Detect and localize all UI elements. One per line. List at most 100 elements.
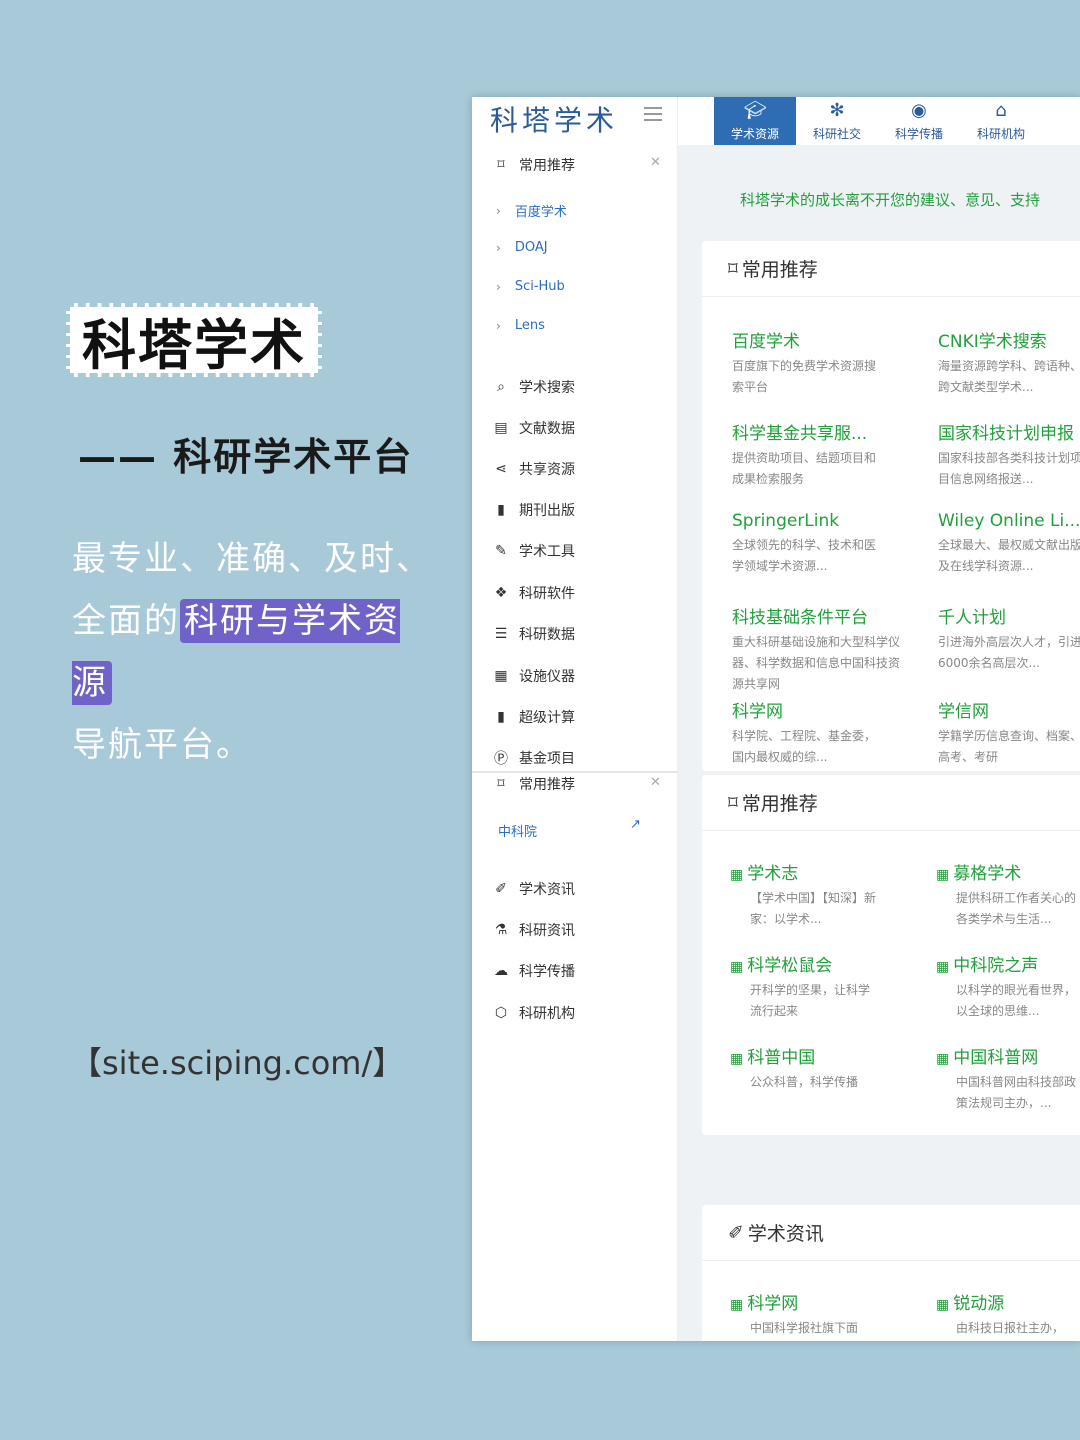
resource-entry[interactable]: ▦ 科学松鼠会 开科学的坚果，让科学流行起来 xyxy=(730,951,930,1022)
sidebar-sub-label: 百度学术 xyxy=(514,205,567,220)
sidebar-group-recommended[interactable]: ⌑ 常用推荐 xyxy=(492,154,575,176)
resource-entry[interactable]: 百度学术 百度旗下的免费学术资源搜索平台 xyxy=(732,327,932,398)
sidebar-item-institutions[interactable]: ⬡ 科研机构 xyxy=(492,1002,575,1024)
sidebar-sub-item[interactable]: › Sci-Hub xyxy=(496,279,565,294)
card-header: ✐ 学术资讯 xyxy=(702,1205,1080,1261)
sidebar-item-shared[interactable]: ⋖ 共享资源 xyxy=(492,458,575,480)
resource-entry[interactable]: 科学基金共享服... 提供资助项目、结题项目和成果检索服务 xyxy=(732,419,932,490)
sidebar-item-label: 超级计算 xyxy=(519,710,575,726)
resource-entry[interactable]: ▦ 中国科普网 中国科普网由科技部政策法规司主办，... xyxy=(936,1043,1080,1114)
sidebar-item-label: 设施仪器 xyxy=(519,669,575,685)
sidebar-item-label: 基金项目 xyxy=(519,751,575,767)
sidebar-sub-label: Lens xyxy=(514,318,545,333)
tab-institutions[interactable]: ⌂ 科研机构 xyxy=(960,97,1042,145)
resource-entry[interactable]: 千人计划 引进海外高层次人才，引进6000余名高层次... xyxy=(938,603,1080,674)
sidebar-sub-item[interactable]: › 百度学术 xyxy=(496,201,567,221)
entry-desc: 提供资助项目、结题项目和成果检索服务 xyxy=(732,451,877,486)
chevron-right-icon: › xyxy=(496,203,501,218)
sidebar-item-literature[interactable]: ▤ 文献数据 xyxy=(492,417,575,439)
bookmark-icon: ⌑ xyxy=(497,157,505,173)
card-header: ⌑ 常用推荐 xyxy=(702,775,1080,831)
resource-entry[interactable]: CNKI学术搜索海量资源跨学科、跨语种、跨文献类型学术... xyxy=(938,327,1080,398)
resource-entry[interactable]: SpringerLink 全球领先的科学、技术和医学领域学术资源... xyxy=(732,511,932,577)
entry-title: 科学网 xyxy=(747,1294,799,1314)
hamburger-menu-icon[interactable] xyxy=(644,107,662,121)
tab-academic-resources[interactable]: 🎓︎ 学术资源 xyxy=(714,97,796,145)
tab-label: 科研机构 xyxy=(976,126,1025,141)
resource-entry[interactable]: ▦ 募格学术 提供科研工作者关心的各类学术与生活... xyxy=(936,859,1080,930)
brush-icon: ✐ xyxy=(728,1221,744,1244)
resource-entry[interactable]: ▦ 科学网 中国科学报社旗下面 xyxy=(730,1289,930,1339)
tab-label: 科学传播 xyxy=(894,126,943,141)
resource-entry[interactable]: 科学网 科学院、工程院、基金委，国内最权威的综... xyxy=(732,697,932,768)
resource-entry[interactable]: 学信网 学籍学历信息查询、档案、高考、考研 xyxy=(938,697,1080,768)
bookmark-icon: ⌑ xyxy=(728,257,738,280)
entry-desc: 海量资源跨学科、跨语种、跨文献类型学术... xyxy=(938,359,1080,394)
sidebar-sub-item[interactable]: › DOAJ xyxy=(496,240,548,255)
tab-research-social[interactable]: ✻ 科研社交 xyxy=(796,97,878,145)
close-icon[interactable]: ✕ xyxy=(650,775,661,790)
resource-entry[interactable]: ▦ 锐动源 由科技日报社主办， xyxy=(936,1289,1080,1339)
qrcode-icon: ▦ xyxy=(730,1297,744,1313)
qrcode-icon: ▦ xyxy=(936,959,950,975)
card-recommended-2: ⌑ 常用推荐 ▦ 学术志 【学术中国】【知深】新家：以学术... ▦ 募格学术 提供科研工… xyxy=(702,775,1080,1135)
entry-title: SpringerLink xyxy=(732,511,840,531)
building-icon: ▦ xyxy=(494,668,508,684)
sidebar-item-data[interactable]: ☰ 科研数据 xyxy=(492,623,575,645)
sidebar-item-funds[interactable]: Ⓟ 基金项目 xyxy=(492,747,575,769)
sidebar-sub-item[interactable]: › Lens xyxy=(496,318,545,333)
sidebar-link-cas[interactable]: 中科院 xyxy=(498,821,537,840)
sidebar-item-academic-search[interactable]: ⌕ 学术搜索 xyxy=(492,376,575,398)
sidebar-item-science-comm[interactable]: ☁ 科学传播 xyxy=(492,960,575,982)
entry-title: 中国科普网 xyxy=(953,1048,1039,1068)
card-title: 常用推荐 xyxy=(741,259,818,281)
sidebar-sub-label: Sci-Hub xyxy=(514,279,565,294)
sidebar-sub-label: DOAJ xyxy=(514,240,548,255)
qrcode-icon: ▦ xyxy=(730,1051,744,1067)
wrench-icon: ✎ xyxy=(495,543,507,559)
close-icon[interactable]: ✕ xyxy=(650,155,661,170)
entry-desc: 全球最大、最权威文献出版及在线学科资源... xyxy=(938,538,1080,573)
sidebar-item-label: 科学传播 xyxy=(519,964,575,980)
list-icon: ▤ xyxy=(494,420,508,436)
promo-subtitle: —— 科研学术平台 xyxy=(78,435,414,479)
sidebar: 科塔学术 ⌑ 常用推荐 ✕ › 百度学术 › DOAJ › Sci-Hub › Lens… xyxy=(472,97,678,1341)
sidebar-item-academic-news[interactable]: ✐ 学术资讯 xyxy=(492,878,575,900)
app-screenshot: 科塔学术 ⌑ 常用推荐 ✕ › 百度学术 › DOAJ › Sci-Hub › Lens… xyxy=(472,97,1080,1341)
chevron-right-icon: › xyxy=(496,279,501,294)
entry-desc: 提供科研工作者关心的各类学术与生活... xyxy=(956,891,1077,926)
sidebar-group-recommended-2[interactable]: ⌑ 常用推荐 xyxy=(492,773,575,795)
entry-title: CNKI学术搜索 xyxy=(938,332,1047,352)
sidebar-item-software[interactable]: ❖ 科研软件 xyxy=(492,582,575,604)
sidebar-item-label: 科研资讯 xyxy=(519,923,575,939)
sidebar-item-tools[interactable]: ✎ 学术工具 xyxy=(492,540,575,562)
resource-entry[interactable]: Wiley Online Li... 全球最大、最权威文献出版及在线学科资源... xyxy=(938,511,1080,577)
qrcode-icon: ▦ xyxy=(936,867,950,883)
app-logo[interactable]: 科塔学术 xyxy=(490,99,618,139)
sidebar-item-journals[interactable]: ▮ 期刊出版 xyxy=(492,499,575,521)
sidebar-item-research-news[interactable]: ⚗ 科研资讯 xyxy=(492,919,575,941)
external-link-icon[interactable]: ↗ xyxy=(630,817,641,832)
resource-entry[interactable]: ▦ 中科院之声 以科学的眼光看世界，以全球的思维... xyxy=(936,951,1080,1022)
entry-title: 科普中国 xyxy=(747,1048,816,1068)
entry-desc: 重大科研基础设施和大型科学仪器、科学数据和信息中国科技资源共享网 xyxy=(732,635,901,691)
resource-entry[interactable]: 科技基础条件平台 重大科研基础设施和大型科学仪器、科学数据和信息中国科技资源共享网 xyxy=(732,603,932,695)
entry-title: 锐动源 xyxy=(953,1294,1005,1314)
chevron-right-icon: › xyxy=(496,240,501,255)
sidebar-item-facilities[interactable]: ▦ 设施仪器 xyxy=(492,665,575,687)
entry-title: 科学基金共享服... xyxy=(732,424,868,444)
resource-entry[interactable]: 国家科技计划申报 国家科技部各类科技计划项目信息网络报送... xyxy=(938,419,1080,490)
entry-desc: 【学术中国】【知深】新家：以学术... xyxy=(750,891,877,926)
resource-entry[interactable]: ▦ 科普中国公众科普，科学传播 xyxy=(730,1043,930,1093)
notice-banner: 科塔学术的成长离不开您的建议、意见、支持 xyxy=(740,191,1041,209)
sidebar-item-supercomputing[interactable]: ▮ 超级计算 xyxy=(492,706,575,728)
cloud-icon: ☁ xyxy=(494,963,508,979)
sidebar-item-label: 科研软件 xyxy=(519,586,575,602)
tab-science-comm[interactable]: ◉ 科学传播 xyxy=(878,97,960,145)
entry-desc: 公众科普，科学传播 xyxy=(750,1075,859,1089)
dropbox-icon: ❖ xyxy=(494,585,508,601)
sidebar-item-label: 科研机构 xyxy=(519,1006,575,1022)
entry-desc: 由科技日报社主办， xyxy=(956,1321,1065,1335)
entry-desc: 中国科普网由科技部政策法规司主办，... xyxy=(956,1075,1077,1110)
resource-entry[interactable]: ▦ 学术志 【学术中国】【知深】新家：以学术... xyxy=(730,859,930,930)
